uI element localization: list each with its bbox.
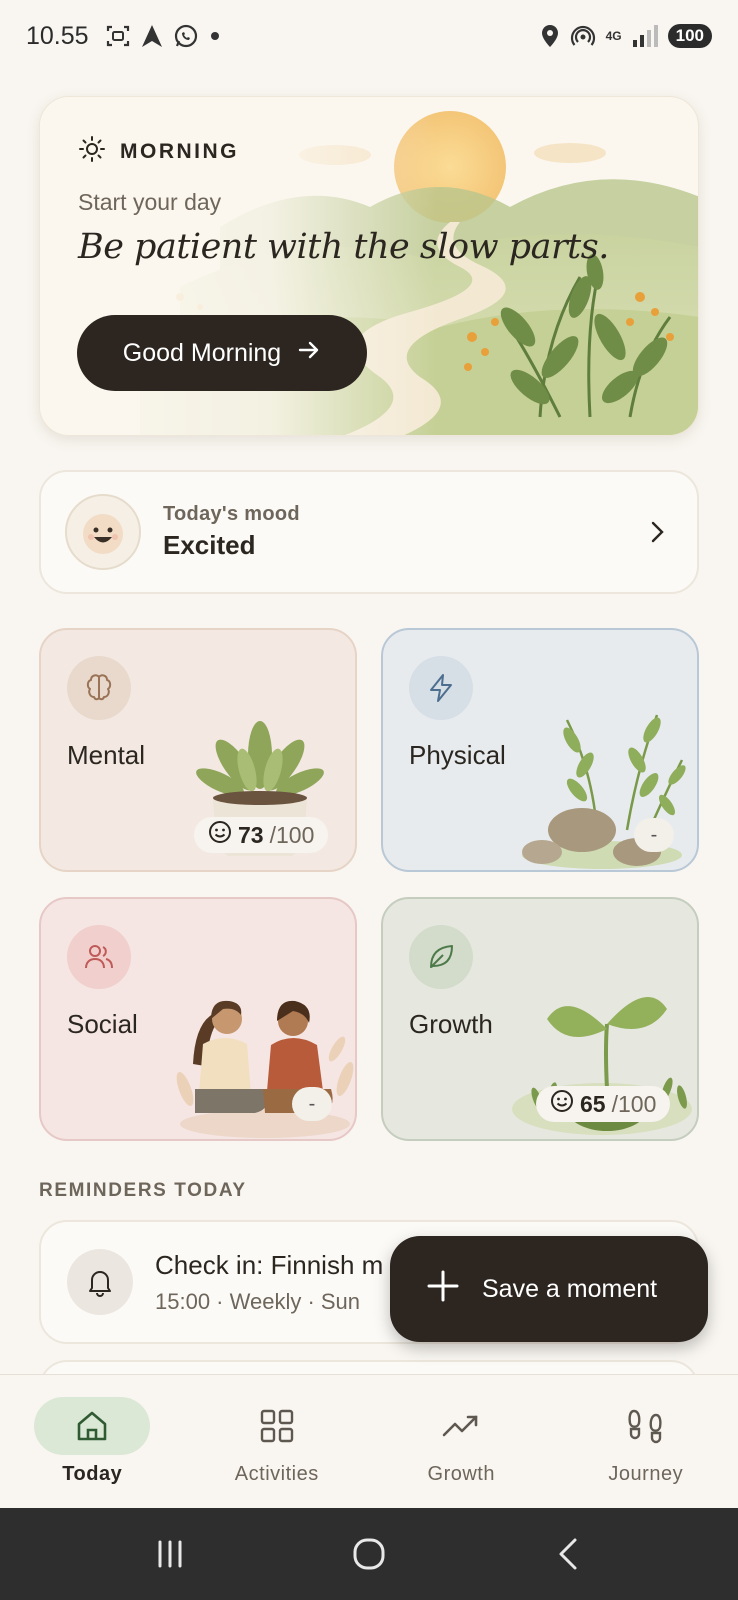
- category-card-physical[interactable]: Physical -: [381, 628, 699, 872]
- save-moment-button[interactable]: Save a moment: [390, 1236, 708, 1342]
- status-time: 10.55: [26, 21, 89, 50]
- reminders-section-title: REMINDERS TODAY: [39, 1180, 247, 1201]
- physical-score-badge: -: [634, 818, 674, 852]
- mobile-data-icon: 4G: [605, 28, 622, 43]
- system-navigation-bar: [0, 1508, 738, 1600]
- growth-score-value: 65: [580, 1090, 606, 1117]
- leaf-icon: [409, 925, 473, 989]
- social-score-badge: -: [292, 1087, 332, 1121]
- battery-indicator: 100: [667, 24, 712, 48]
- nav-label-activities: Activities: [234, 1463, 319, 1485]
- home-circle-icon[interactable]: [334, 1524, 404, 1584]
- todays-mood-card[interactable]: Today's mood Excited: [39, 470, 699, 594]
- hero-label: MORNING: [78, 135, 239, 169]
- brain-icon: [67, 656, 131, 720]
- signal-bars-icon: [632, 24, 658, 48]
- plus-icon: [426, 1269, 460, 1310]
- grid-icon: [219, 1397, 335, 1455]
- navigation-arrow-icon: [141, 24, 163, 48]
- morning-hero-card: MORNING Start your day Be patient with t…: [39, 96, 699, 436]
- category-card-mental[interactable]: Mental 73/100: [39, 628, 357, 872]
- category-card-growth[interactable]: Growth 65/100: [381, 897, 699, 1141]
- category-title-mental: Mental: [67, 740, 146, 770]
- lightning-icon: [409, 656, 473, 720]
- save-moment-label: Save a moment: [482, 1274, 658, 1303]
- good-morning-button[interactable]: Good Morning: [77, 315, 367, 391]
- location-pin-icon: [540, 24, 560, 48]
- smile-icon: [550, 1089, 574, 1119]
- mood-value: Excited: [163, 530, 256, 560]
- reminder-text: Check in: Finnish m 15:00 · Weekly · Sun: [155, 1250, 383, 1315]
- category-card-social[interactable]: Social -: [39, 897, 357, 1141]
- arrow-right-icon: [297, 338, 321, 369]
- network-type-label: 4G: [605, 28, 622, 43]
- growth-score-badge: 65/100: [536, 1086, 671, 1122]
- sun-icon: [78, 135, 106, 169]
- reminder-title: Check in: Finnish m: [155, 1249, 384, 1280]
- smile-icon: [208, 820, 232, 850]
- trending-up-icon: [403, 1397, 519, 1455]
- hotspot-icon: [570, 23, 596, 49]
- hero-quote: Be patient with the slow parts.: [78, 227, 609, 267]
- growth-score-max: /100: [611, 1090, 657, 1117]
- mental-score-max: /100: [269, 821, 315, 848]
- screenshot-icon: [105, 23, 131, 49]
- status-right: 4G 100: [540, 23, 712, 49]
- hero-label-text: MORNING: [120, 140, 239, 163]
- bell-icon: [67, 1249, 133, 1315]
- nav-item-activities[interactable]: Activities: [185, 1375, 370, 1508]
- status-bar: 10.55 4G 100: [0, 0, 738, 72]
- hero-subtitle: Start your day: [78, 189, 222, 215]
- nav-item-growth[interactable]: Growth: [369, 1375, 554, 1508]
- category-title-social: Social: [67, 1009, 138, 1039]
- nav-label-growth: Growth: [427, 1463, 495, 1485]
- mental-score-badge: 73/100: [194, 817, 329, 853]
- reminder-meta: 15:00 · Weekly · Sun: [155, 1288, 361, 1314]
- bottom-navigation: Today Activities Growth Journey: [0, 1374, 738, 1508]
- nav-label-today: Today: [62, 1463, 123, 1485]
- excited-face-icon: [65, 494, 141, 570]
- nav-label-journey: Journey: [608, 1463, 684, 1485]
- users-icon: [67, 925, 131, 989]
- home-icon: [34, 1397, 151, 1455]
- whatsapp-icon: [173, 23, 199, 49]
- mood-label: Today's mood: [163, 503, 300, 525]
- mood-text: Today's mood Excited: [163, 503, 643, 561]
- chevron-right-icon: [643, 519, 673, 545]
- nav-item-today[interactable]: Today: [0, 1375, 185, 1508]
- good-morning-button-label: Good Morning: [122, 338, 282, 367]
- footprints-icon: [588, 1397, 704, 1455]
- category-title-physical: Physical: [409, 740, 506, 770]
- mental-score-value: 73: [238, 821, 264, 848]
- recent-apps-icon[interactable]: [135, 1524, 205, 1584]
- back-icon[interactable]: [533, 1524, 603, 1584]
- notification-dot-icon: [209, 30, 221, 42]
- status-left: 10.55: [26, 22, 221, 51]
- category-title-growth: Growth: [409, 1009, 493, 1039]
- nav-item-journey[interactable]: Journey: [554, 1375, 738, 1508]
